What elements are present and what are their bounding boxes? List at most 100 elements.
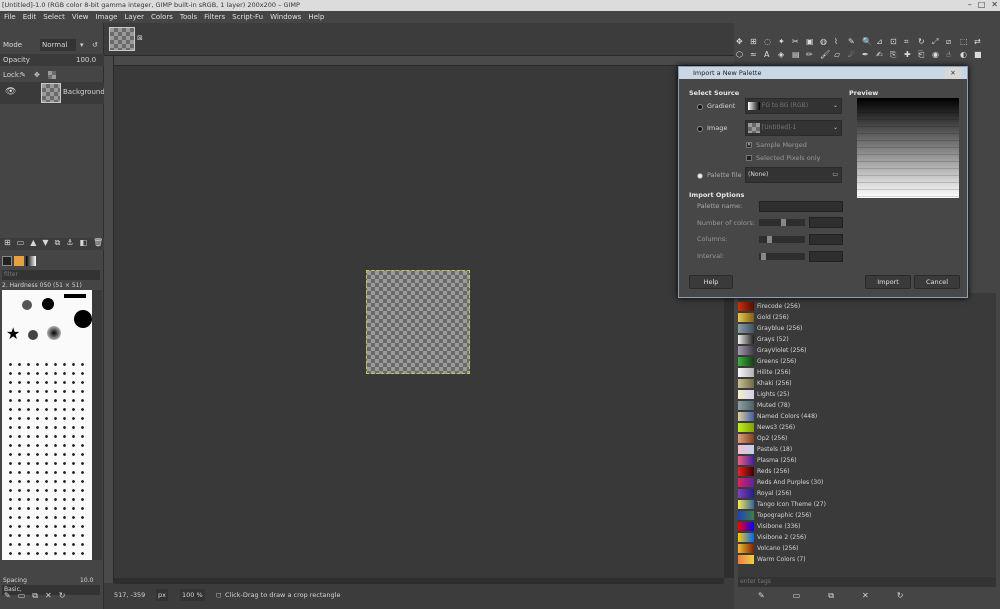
menu-filters[interactable]: Filters xyxy=(204,11,225,23)
list-item[interactable]: Volcano (256) xyxy=(738,543,988,554)
mask-layer-icon[interactable]: ◧ xyxy=(79,238,87,250)
anchor-layer-icon[interactable]: ⚓ xyxy=(66,238,73,250)
menu-tools[interactable]: Tools xyxy=(180,11,197,23)
reset-mode-icon[interactable]: ↺ xyxy=(92,39,98,51)
list-item[interactable]: Firecode (256) xyxy=(738,301,988,312)
mode-select[interactable]: Normal xyxy=(40,39,76,51)
menu-layer[interactable]: Layer xyxy=(124,11,144,23)
image-tab-thumbnail[interactable] xyxy=(109,27,135,51)
rotate-tool-icon[interactable]: ↻ xyxy=(918,37,932,50)
list-item[interactable]: Royal (256) xyxy=(738,488,988,499)
delete-palette-icon[interactable]: ✕ xyxy=(862,591,869,603)
slider-handle[interactable] xyxy=(767,236,772,243)
flip-tool-icon[interactable]: ⇄ xyxy=(974,37,988,50)
menu-colors[interactable]: Colors xyxy=(151,11,173,23)
gradient-select[interactable]: FG to BG (RGB) ⌄ xyxy=(745,98,842,114)
new-palette-icon[interactable]: ▭ xyxy=(793,591,801,603)
crop-tool-button-icon[interactable]: ⌗ xyxy=(904,37,918,50)
image-canvas[interactable] xyxy=(366,270,470,374)
perspective-tool-icon[interactable]: ⬚ xyxy=(960,37,974,50)
clone-tool-icon[interactable]: ⎘ xyxy=(890,50,904,63)
lock-alpha-icon[interactable] xyxy=(48,71,56,79)
minimize-icon[interactable]: – xyxy=(968,0,972,10)
list-item[interactable]: Reds (256) xyxy=(738,466,988,477)
refresh-brush-icon[interactable]: ↻ xyxy=(59,591,66,603)
list-item[interactable]: Named Colors (448) xyxy=(738,411,988,422)
selected-pixels-checkbox[interactable] xyxy=(746,155,752,161)
list-item[interactable]: Pastels (18) xyxy=(738,444,988,455)
dialog-close-icon[interactable]: ✕ xyxy=(945,67,961,79)
list-item[interactable]: Gold (256) xyxy=(738,312,988,323)
delete-brush-icon[interactable]: ✕ xyxy=(45,591,52,603)
foreground-select-icon[interactable]: ◍ xyxy=(820,37,834,50)
slider-handle[interactable] xyxy=(761,253,766,260)
menu-view[interactable]: View xyxy=(72,11,89,23)
fg-bg-colors-icon[interactable]: ■ xyxy=(974,50,988,63)
new-brush-icon[interactable]: ▭ xyxy=(18,591,26,603)
menu-windows[interactable]: Windows xyxy=(270,11,301,23)
paths-tool-icon[interactable]: ⌇ xyxy=(834,37,848,50)
interval-slider[interactable] xyxy=(759,253,805,260)
new-layer-icon[interactable]: ▭ xyxy=(17,238,25,250)
eye-icon[interactable]: 👁 xyxy=(5,87,16,97)
brush-filter-input[interactable]: filter xyxy=(2,270,100,280)
list-item[interactable]: Grays (52) xyxy=(738,334,988,345)
unit-select[interactable]: px xyxy=(156,589,168,601)
shear-tool-icon[interactable]: ⧄ xyxy=(946,37,960,50)
blur-tool-icon[interactable]: ◉ xyxy=(932,50,946,63)
rect-select-icon[interactable]: ⊡ xyxy=(890,37,904,50)
duplicate-palette-icon[interactable]: ⧉ xyxy=(828,591,834,603)
scale-tool-icon[interactable]: ⤢ xyxy=(932,37,946,50)
heal-tool-icon[interactable]: ✚ xyxy=(904,50,918,63)
eraser-tool-icon[interactable]: ▱ xyxy=(834,50,848,63)
zoom-tool-icon[interactable]: 🔍 xyxy=(862,37,876,50)
new-layer-group-icon[interactable]: ⊞ xyxy=(4,238,11,250)
gradients-tab-icon[interactable] xyxy=(26,256,36,266)
menu-image[interactable]: Image xyxy=(96,11,118,23)
list-item[interactable]: Topographic (256) xyxy=(738,510,988,521)
pencil-tool-icon[interactable]: ✏ xyxy=(806,50,820,63)
bucket-fill-icon[interactable]: ◈ xyxy=(778,50,792,63)
lasso-tool-icon[interactable]: ◌ xyxy=(764,37,778,50)
duplicate-layer-icon[interactable]: ⧉ xyxy=(55,238,61,250)
image-select[interactable]: [Untitled]-1 ⌄ xyxy=(745,120,842,136)
close-tab-icon[interactable]: ⊠ xyxy=(137,34,143,42)
list-item[interactable]: Lights (25) xyxy=(738,389,988,400)
help-button[interactable]: Help xyxy=(689,275,733,289)
image-radio[interactable] xyxy=(697,126,703,132)
list-item[interactable]: Hilite (256) xyxy=(738,367,988,378)
menu-select[interactable]: Select xyxy=(43,11,65,23)
lock-position-icon[interactable]: ✥ xyxy=(34,69,40,81)
menu-help[interactable]: Help xyxy=(308,11,324,23)
refresh-palette-icon[interactable]: ↻ xyxy=(897,591,904,603)
delete-layer-icon[interactable]: 🗑 xyxy=(93,238,103,250)
list-item[interactable]: Op2 (256) xyxy=(738,433,988,444)
import-button[interactable]: Import xyxy=(865,275,911,289)
zoom-select[interactable]: 100 % xyxy=(180,589,205,601)
brushes-tab-icon[interactable] xyxy=(2,256,12,266)
columns-slider[interactable] xyxy=(759,236,805,243)
list-item[interactable]: Greens (256) xyxy=(738,356,988,367)
align-tool-icon[interactable]: ⊞ xyxy=(750,37,764,50)
list-item[interactable]: Muted (78) xyxy=(738,400,988,411)
move-tool-icon[interactable]: ✥ xyxy=(736,37,750,50)
menu-script-fu[interactable]: Script-Fu xyxy=(232,11,263,23)
brush-grid[interactable]: ★ xyxy=(2,290,92,560)
edit-brush-icon[interactable]: ✎ xyxy=(4,591,11,603)
color-picker-icon[interactable]: ✎ xyxy=(848,37,862,50)
measure-tool-icon[interactable]: ⊿ xyxy=(876,37,890,50)
raise-layer-icon[interactable]: ▲ xyxy=(30,238,36,250)
close-icon[interactable]: ✕ xyxy=(991,0,998,10)
palette-file-radio[interactable] xyxy=(697,173,703,179)
list-item[interactable]: Reds And Purples (30) xyxy=(738,477,988,488)
list-item[interactable]: Visibone 2 (256) xyxy=(738,532,988,543)
ink-tool-icon[interactable]: ✒ xyxy=(862,50,876,63)
list-item[interactable]: News3 (256) xyxy=(738,422,988,433)
dodge-tool-icon[interactable]: ◐ xyxy=(960,50,974,63)
menu-file[interactable]: File xyxy=(4,11,16,23)
spacing-value[interactable]: 10.0 xyxy=(80,575,93,587)
layer-item[interactable]: 👁 Background xyxy=(0,82,105,104)
blend-tool-icon[interactable]: ▤ xyxy=(792,50,806,63)
slider-handle[interactable] xyxy=(781,219,786,226)
warp-tool-icon[interactable]: ≈ xyxy=(750,50,764,63)
